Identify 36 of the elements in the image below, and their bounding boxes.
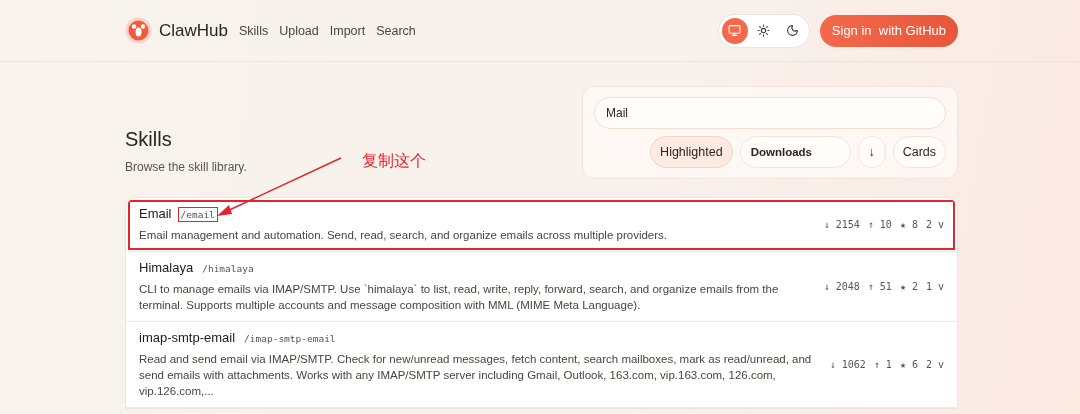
nav-link[interactable]: Search	[376, 23, 416, 38]
page-title: Skills	[125, 128, 173, 151]
skill-row[interactable]: Email /email Email management and automation. Send, read, search, and organize emails across multiple providers. ↓ 2154 ↑ 10 ★ 8 2 v	[126, 198, 957, 252]
version-count: 2 v	[925, 219, 944, 230]
skill-description: Email management and automation. Send, read, search, and organize emails across multiple providers.	[139, 228, 668, 243]
download-count: ↓ 2154	[823, 219, 860, 230]
skill-description: Read and send email via IMAP/SMTP. Check for new/unread messages, fetch content, search mailboxes, mark as read/unread, and send emails with attachments. Works with any IMAP/SMTP server including Gmail, Outlook, 163.com, vip.163.com, 126.com, vip.126.com,...	[139, 352, 813, 399]
skill-slug: /himalaya	[201, 262, 255, 275]
skill-slug: /email	[178, 208, 217, 221]
lobster-logo-icon	[125, 17, 152, 44]
skill-name: Himalaya	[139, 260, 194, 275]
view-button[interactable]: Cards	[892, 136, 946, 168]
skill-description: CLI to manage emails via IMAP/SMTP. Use `himalaya` to list, read, write, reply, forward, search, and organize emails from the terminal. Supports multiple accounts and message composition with MML (MIME Meta Language).	[139, 282, 780, 313]
install-count: ↑ 51	[867, 281, 892, 292]
skill-name: imap-smtp-email	[139, 330, 236, 345]
install-count: ↑ 10	[867, 219, 892, 230]
highlighted-button[interactable]: Highlighted	[650, 136, 733, 168]
nav-link[interactable]: Upload	[279, 23, 319, 38]
version-count: 1 v	[925, 281, 944, 292]
sort-select[interactable]: Downloads	[739, 136, 851, 168]
star-count: ★ 8	[899, 219, 918, 230]
search-field[interactable]: Mail	[594, 97, 946, 129]
annotation-note: 复制这个	[362, 151, 426, 171]
install-count: ↑ 1	[873, 359, 892, 370]
nav-link[interactable]: Skills	[239, 23, 269, 38]
skill-name: Email	[139, 206, 172, 221]
sort-direction-button[interactable]: ↓	[857, 136, 886, 168]
page-subtitle: Browse the skill library.	[125, 160, 247, 174]
nav-link[interactable]: Import	[329, 23, 366, 38]
brand-name[interactable]: ClawHub	[159, 20, 228, 41]
download-count: ↓ 2048	[823, 281, 860, 292]
skill-slug: /imap-smtp-email	[243, 332, 337, 345]
star-count: ★ 6	[899, 359, 918, 370]
download-count: ↓ 1062	[829, 359, 866, 370]
star-count: ★ 2	[899, 281, 918, 292]
version-count: 2 v	[925, 359, 944, 370]
